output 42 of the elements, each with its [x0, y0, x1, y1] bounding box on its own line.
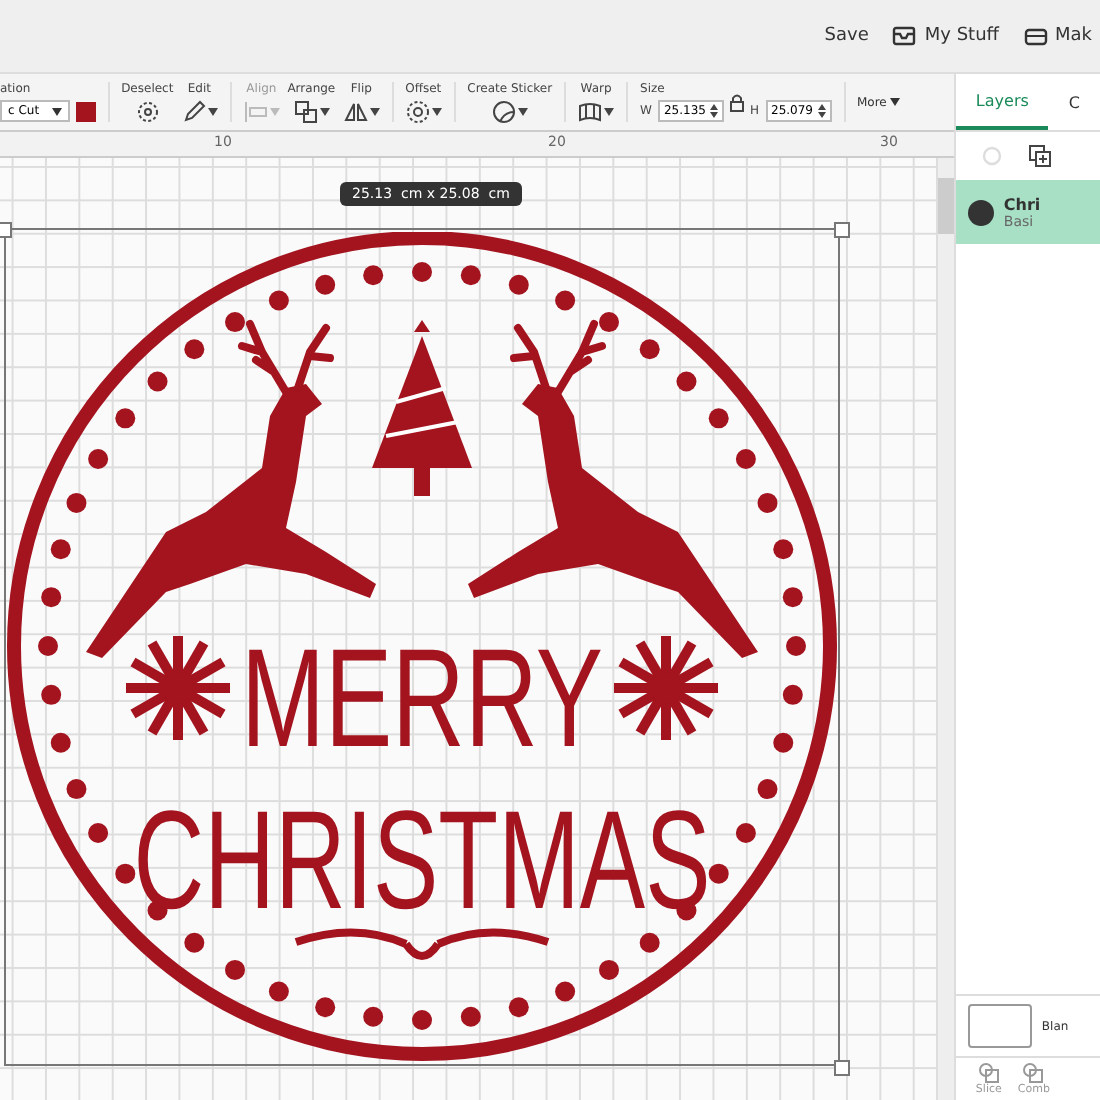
- align-icon: [243, 99, 268, 123]
- duplicate-icon[interactable]: [1027, 144, 1052, 168]
- lock-icon[interactable]: [729, 94, 744, 112]
- resize-handle[interactable]: [834, 1060, 850, 1076]
- combine-icon: [1022, 1062, 1045, 1084]
- panel-tab[interactable]: C: [1048, 74, 1100, 130]
- caret-icon: [890, 98, 901, 106]
- pencil-icon: [181, 99, 206, 123]
- header-link[interactable]: Save: [824, 26, 869, 46]
- caret-icon: [51, 107, 62, 115]
- snowflake-drawing: [614, 636, 718, 740]
- resize-handle[interactable]: [834, 222, 850, 238]
- merry-text: MERRY: [240, 619, 604, 776]
- caret-icon: [604, 107, 615, 115]
- arrange-icon: [293, 99, 318, 123]
- caret-icon: [431, 107, 442, 115]
- canvas-swatch[interactable]: [967, 1004, 1032, 1048]
- tray-icon: [892, 26, 917, 46]
- caret-icon: [369, 107, 380, 115]
- warp-icon: [578, 99, 603, 123]
- sticker-icon: [491, 99, 516, 123]
- stepper-icon: [709, 104, 718, 118]
- resize-handle[interactable]: [0, 222, 12, 238]
- flip-icon: [343, 99, 368, 123]
- snowflake-drawing: [126, 636, 230, 740]
- layer-name: Chri: [1003, 195, 1041, 213]
- header-link[interactable]: My Stuff: [892, 26, 999, 46]
- caret-icon: [319, 107, 330, 115]
- color-swatch[interactable]: [75, 101, 96, 121]
- caret-icon: [269, 107, 280, 115]
- panel-tab[interactable]: Layers: [955, 74, 1049, 130]
- deselect-icon: [135, 99, 160, 123]
- caret-icon: [517, 107, 528, 115]
- header-link[interactable]: Mak: [1023, 26, 1092, 46]
- christmas-text: CHRISTMAS: [133, 780, 711, 939]
- layer-thumbnail: [967, 199, 994, 225]
- machine-icon: [1023, 27, 1047, 45]
- caret-icon: [207, 107, 218, 115]
- offset-icon: [405, 99, 430, 123]
- stepper-icon: [817, 104, 825, 118]
- slice-icon: [977, 1062, 1000, 1084]
- scroll-thumb[interactable]: [937, 178, 954, 234]
